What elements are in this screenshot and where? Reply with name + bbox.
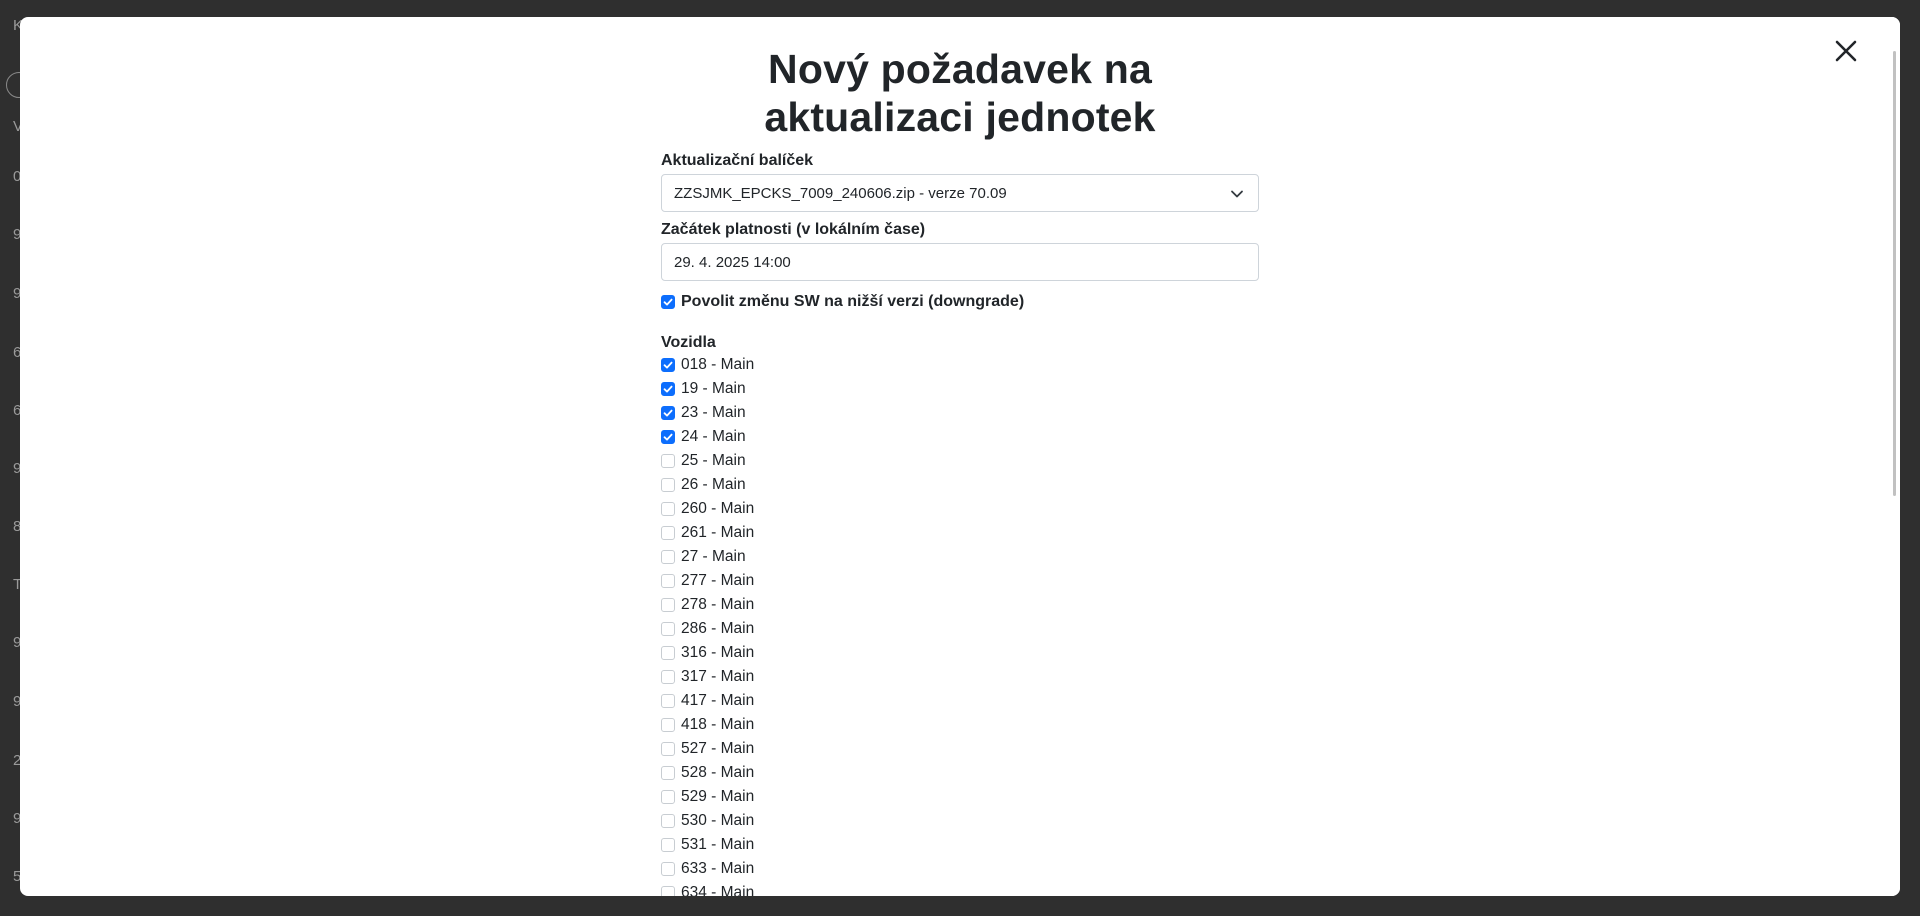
vehicle-item[interactable]: 317 - Main <box>661 665 1259 689</box>
vehicle-label: 528 - Main <box>681 764 755 781</box>
check-icon <box>663 385 673 393</box>
modal-title: Nový požadavek na aktualizaci jednotek <box>764 46 1156 140</box>
vehicle-checkbox[interactable] <box>661 790 675 804</box>
vehicle-item[interactable]: 528 - Main <box>661 761 1259 785</box>
vehicle-item[interactable]: 23 - Main <box>661 401 1259 425</box>
vehicle-checkbox[interactable] <box>661 502 675 516</box>
vehicles-label: Vozidla <box>661 334 716 351</box>
check-icon <box>663 361 673 369</box>
vehicle-checkbox[interactable] <box>661 646 675 660</box>
modal-scrollbar-thumb[interactable] <box>1893 51 1896 496</box>
vehicle-item[interactable]: 286 - Main <box>661 617 1259 641</box>
modal-scrollbar[interactable] <box>1884 17 1900 896</box>
vehicle-checkbox[interactable] <box>661 382 675 396</box>
vehicle-item[interactable]: 27 - Main <box>661 545 1259 569</box>
vehicle-label: 26 - Main <box>681 476 746 493</box>
check-icon <box>663 433 673 441</box>
vehicle-item[interactable]: 26 - Main <box>661 473 1259 497</box>
downgrade-checkbox[interactable] <box>661 295 675 309</box>
vehicle-label: 418 - Main <box>681 716 755 733</box>
vehicle-label: 634 - Main <box>681 884 755 896</box>
vehicle-item[interactable]: 19 - Main <box>661 377 1259 401</box>
vehicle-label: 531 - Main <box>681 836 755 853</box>
vehicle-checkbox[interactable] <box>661 886 675 896</box>
update-request-modal: Nový požadavek na aktualizaci jednotek A… <box>20 17 1900 896</box>
vehicle-checkbox[interactable] <box>661 526 675 540</box>
vehicle-label: 24 - Main <box>681 428 746 445</box>
vehicle-item[interactable]: 278 - Main <box>661 593 1259 617</box>
vehicle-item[interactable]: 316 - Main <box>661 641 1259 665</box>
vehicle-item[interactable]: 277 - Main <box>661 569 1259 593</box>
vehicle-checkbox[interactable] <box>661 838 675 852</box>
vehicle-item[interactable]: 418 - Main <box>661 713 1259 737</box>
vehicle-list: 018 - Main 19 - Main 23 - Main 24 - Main 25 … <box>661 353 1259 896</box>
vehicle-checkbox[interactable] <box>661 766 675 780</box>
vehicle-checkbox[interactable] <box>661 478 675 492</box>
modal-content: Nový požadavek na aktualizaci jednotek A… <box>661 45 1259 896</box>
validity-value: 29. 4. 2025 14:00 <box>674 253 791 271</box>
vehicle-label: 23 - Main <box>681 404 746 421</box>
vehicle-item[interactable]: 633 - Main <box>661 857 1259 881</box>
vehicle-label: 417 - Main <box>681 692 755 709</box>
vehicle-checkbox[interactable] <box>661 598 675 612</box>
check-icon <box>663 409 673 417</box>
vehicle-checkbox[interactable] <box>661 694 675 708</box>
vehicle-label: 19 - Main <box>681 380 746 397</box>
validity-input[interactable]: 29. 4. 2025 14:00 <box>661 243 1259 281</box>
vehicle-checkbox[interactable] <box>661 742 675 756</box>
close-button[interactable] <box>1826 31 1866 71</box>
package-label: Aktualizační balíček <box>661 152 814 169</box>
vehicle-item[interactable]: 25 - Main <box>661 449 1259 473</box>
close-icon <box>1835 40 1857 62</box>
vehicle-label: 317 - Main <box>681 668 755 685</box>
vehicle-label: 286 - Main <box>681 620 755 637</box>
vehicle-item[interactable]: 260 - Main <box>661 497 1259 521</box>
vehicle-checkbox[interactable] <box>661 550 675 564</box>
validity-label: Začátek platnosti (v lokálním čase) <box>661 221 926 238</box>
vehicle-label: 25 - Main <box>681 452 746 469</box>
vehicle-checkbox[interactable] <box>661 406 675 420</box>
vehicle-item[interactable]: 634 - Main <box>661 881 1259 896</box>
vehicle-item[interactable]: 527 - Main <box>661 737 1259 761</box>
check-icon <box>663 298 673 306</box>
vehicle-label: 260 - Main <box>681 500 755 517</box>
downgrade-label: Povolit změnu SW na nižší verzi (downgra… <box>681 293 1025 310</box>
vehicle-checkbox[interactable] <box>661 574 675 588</box>
vehicle-label: 277 - Main <box>681 572 755 589</box>
vehicle-label: 633 - Main <box>681 860 755 877</box>
vehicle-item[interactable]: 417 - Main <box>661 689 1259 713</box>
package-selected-value: ZZSJMK_EPCKS_7009_240606.zip - verze 70.… <box>674 184 1007 202</box>
vehicle-checkbox[interactable] <box>661 622 675 636</box>
vehicle-checkbox[interactable] <box>661 430 675 444</box>
vehicle-checkbox[interactable] <box>661 670 675 684</box>
vehicle-item[interactable]: 530 - Main <box>661 809 1259 833</box>
vehicle-item[interactable]: 261 - Main <box>661 521 1259 545</box>
vehicle-label: 018 - Main <box>681 356 755 373</box>
package-select[interactable]: ZZSJMK_EPCKS_7009_240606.zip - verze 70.… <box>661 174 1259 212</box>
vehicle-label: 527 - Main <box>681 740 755 757</box>
vehicle-item[interactable]: 24 - Main <box>661 425 1259 449</box>
vehicle-checkbox[interactable] <box>661 454 675 468</box>
vehicle-label: 529 - Main <box>681 788 755 805</box>
vehicle-label: 261 - Main <box>681 524 755 541</box>
chevron-down-icon <box>1231 190 1243 198</box>
downgrade-option[interactable]: Povolit změnu SW na nižší verzi (downgra… <box>661 292 1259 312</box>
vehicle-label: 278 - Main <box>681 596 755 613</box>
vehicle-label: 27 - Main <box>681 548 746 565</box>
vehicle-item[interactable]: 018 - Main <box>661 353 1259 377</box>
vehicle-item[interactable]: 531 - Main <box>661 833 1259 857</box>
vehicle-checkbox[interactable] <box>661 358 675 372</box>
vehicle-label: 530 - Main <box>681 812 755 829</box>
vehicle-label: 316 - Main <box>681 644 755 661</box>
vehicle-checkbox[interactable] <box>661 862 675 876</box>
vehicle-item[interactable]: 529 - Main <box>661 785 1259 809</box>
vehicle-checkbox[interactable] <box>661 814 675 828</box>
vehicle-checkbox[interactable] <box>661 718 675 732</box>
